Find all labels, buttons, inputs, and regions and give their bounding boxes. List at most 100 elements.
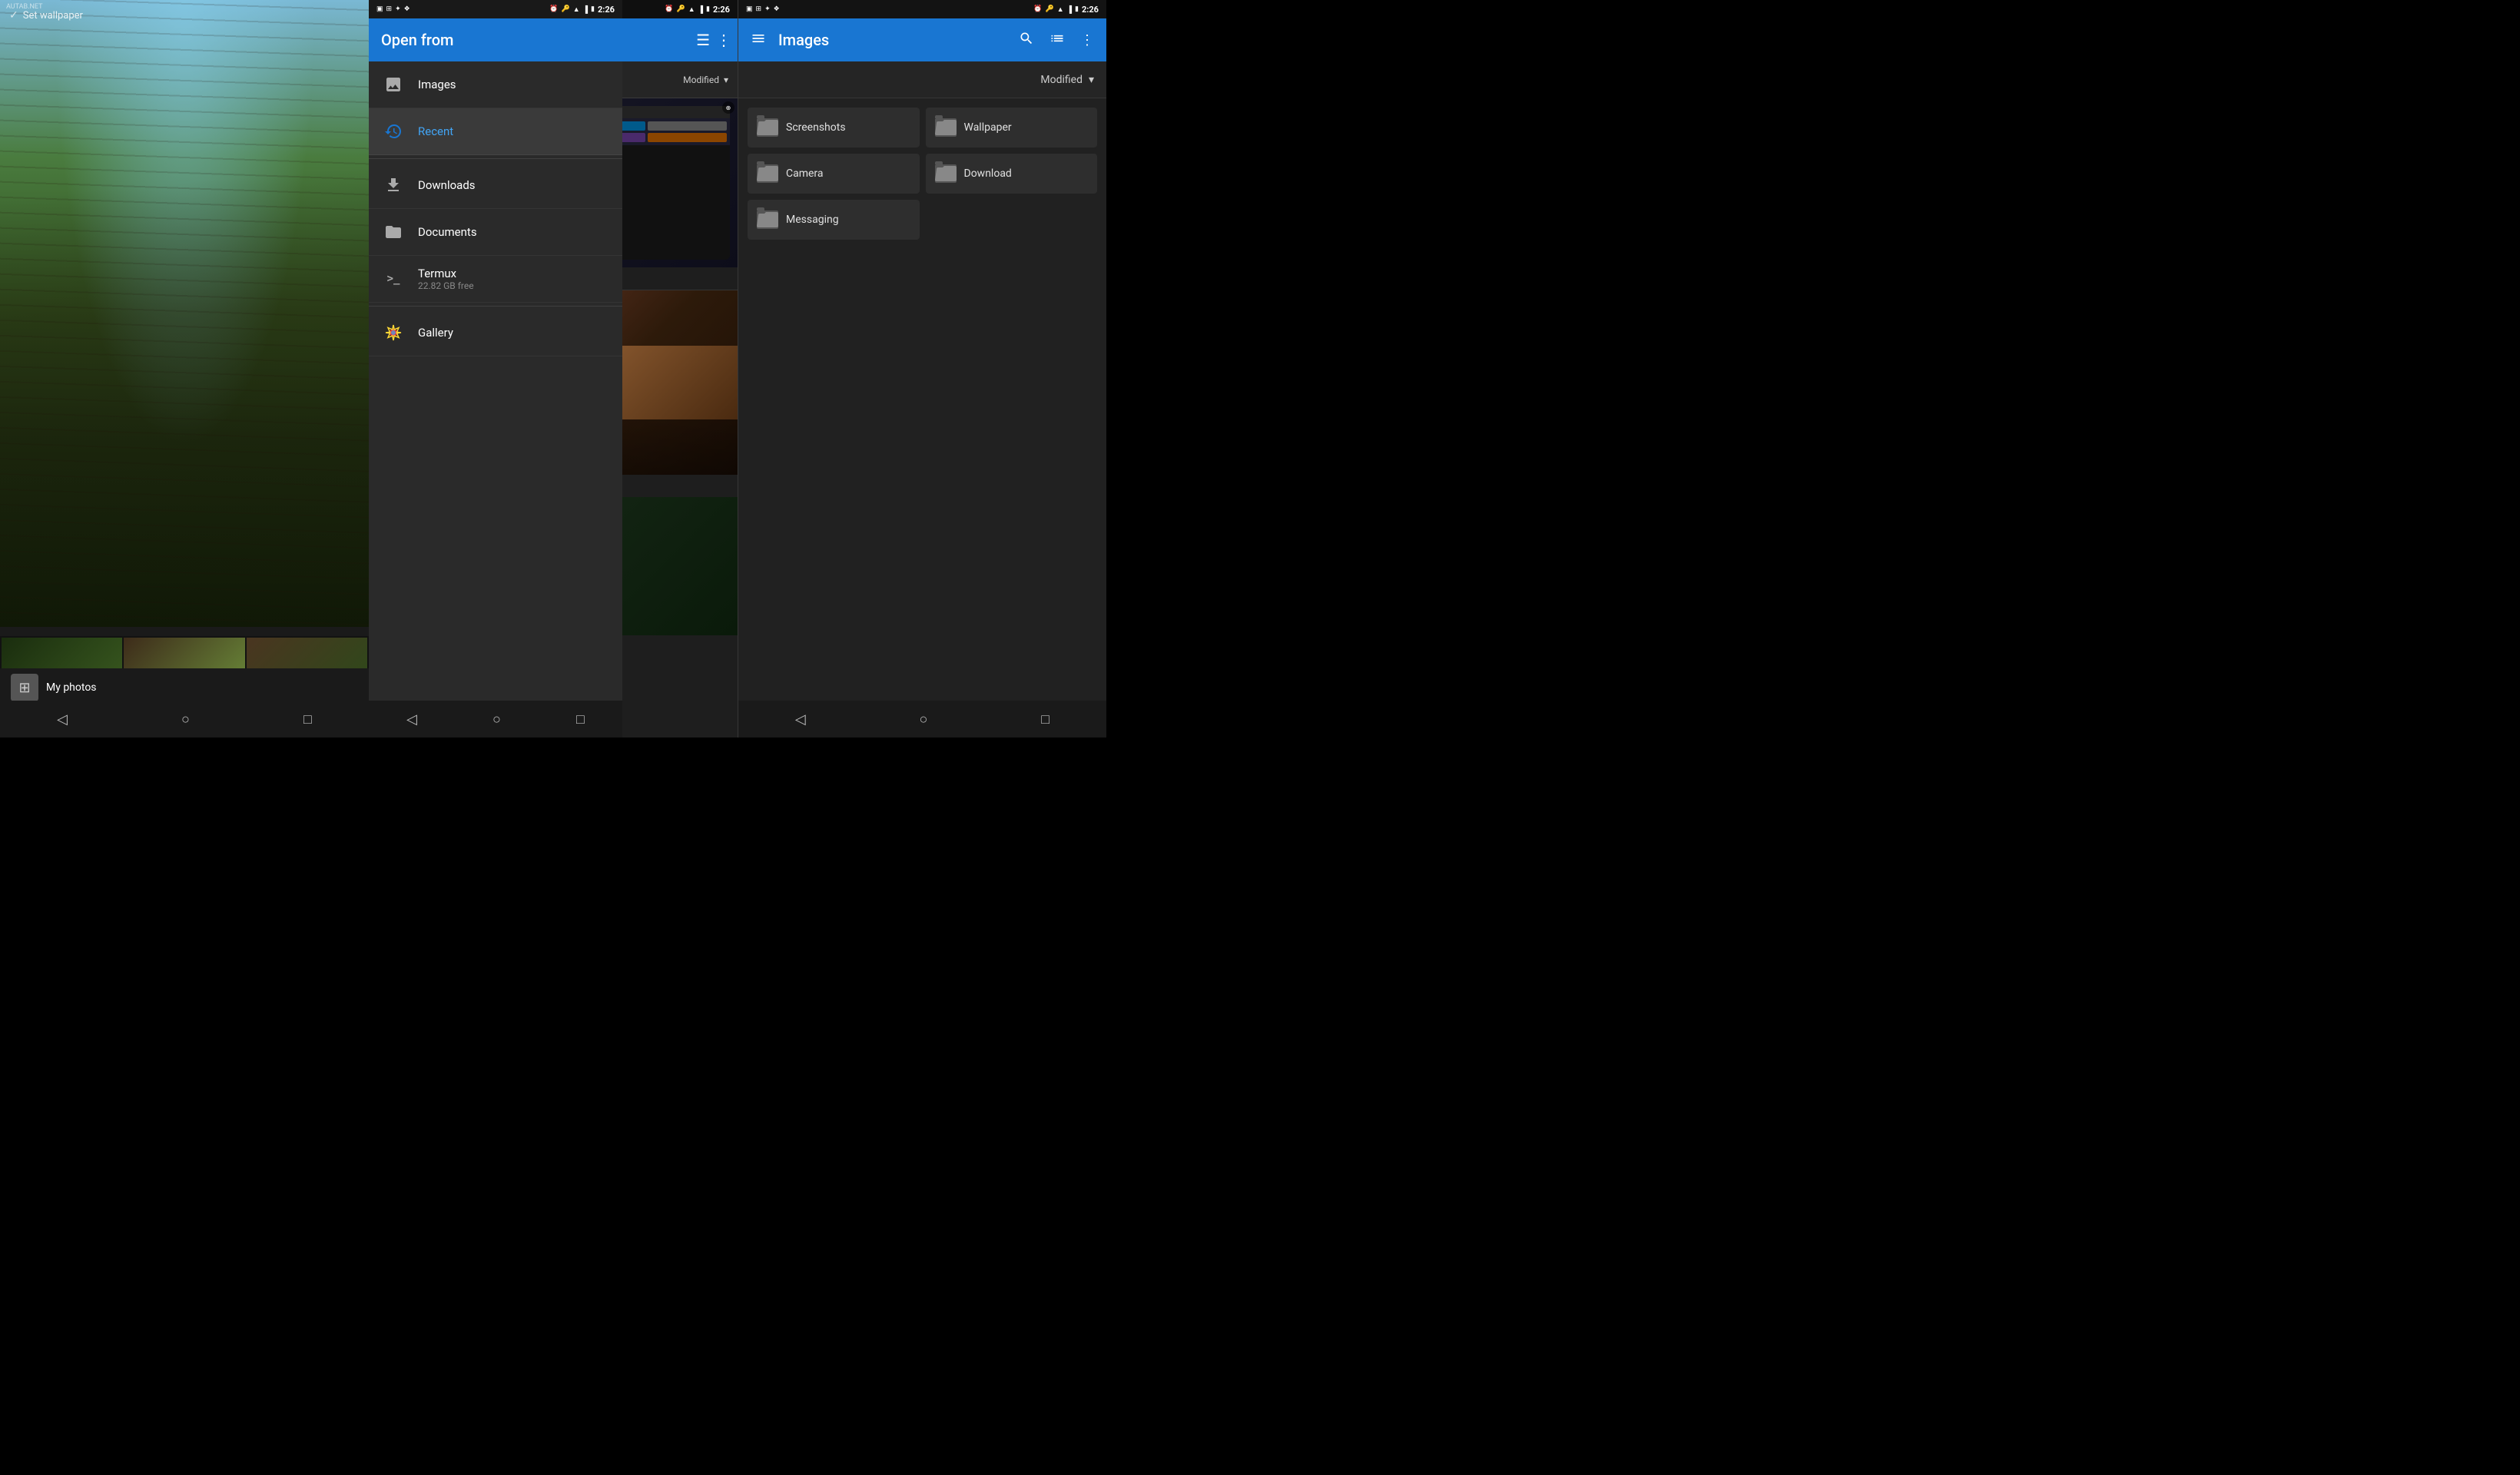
open-from-header: Open from [369, 18, 622, 61]
images-item-text: Images [418, 78, 456, 91]
status-time-preview: 2:26 [713, 5, 730, 15]
sort-label-3[interactable]: Modified [1040, 74, 1083, 86]
folder-messaging-label: Messaging [786, 214, 839, 226]
set-wallpaper-label: Set wallpaper [23, 10, 83, 22]
app-8 [648, 133, 727, 142]
open-from-drawer: ▣ ⊞ ✦ ❖ ⏰ 🔑 ▲ ▐ ▮ 2:26 Open from [369, 0, 622, 738]
header-actions: ⋮ [1013, 25, 1100, 56]
status-icons-right-preview: ⏰ 🔑 ▲ ▐ ▮ 2:26 [665, 5, 730, 15]
back-button-1[interactable]: ◁ [38, 705, 86, 734]
open-from-title: Open from [381, 31, 453, 49]
sim-icon-3: ▣ [746, 5, 753, 13]
images-title: Images [778, 31, 1006, 49]
alarm-icon: ⏰ [665, 5, 673, 13]
nav-bar-2: ◁ ○ □ [369, 701, 622, 738]
more-options-button[interactable]: ⋮ [1074, 26, 1100, 55]
recent-label: Recent [418, 124, 453, 138]
img-icon-2: ⊞ [386, 5, 393, 13]
hamburger-icon[interactable] [744, 25, 772, 56]
more-options-icon-preview[interactable]: ⋮ [716, 31, 731, 49]
battery-icon-2: ▮ [591, 5, 595, 13]
folder-icon-wallpaper [935, 118, 957, 137]
battery-icon-3: ▮ [1075, 5, 1079, 13]
folder-download[interactable]: Download [926, 154, 1098, 194]
termux-item-text: Termux 22.82 GB free [418, 267, 474, 291]
status-icons-right-3: ⏰ 🔑 ▲ ▐ ▮ 2:26 [1033, 5, 1099, 15]
key-icon-2: 🔑 [561, 5, 569, 13]
drawer-item-termux[interactable]: >_ Termux 22.82 GB free [369, 256, 622, 303]
sort-label-preview[interactable]: Modified [683, 75, 719, 85]
drawer-item-recent[interactable]: Recent [369, 108, 622, 155]
status-icons-left-3: ▣ ⊞ ✦ ❖ [746, 5, 780, 13]
set-wallpaper-button[interactable]: ✓ Set wallpaper [9, 9, 83, 22]
app-icon-3: ✦ [395, 5, 401, 13]
drawer-divider-1 [369, 158, 622, 159]
wifi-icon-3: ▲ [1057, 5, 1064, 14]
my-photos-container[interactable]: ⊞ My photos [11, 674, 97, 701]
signal-icon: ▐ [698, 5, 703, 14]
folder-icon-camera [757, 164, 778, 183]
key-icon: 🔑 [676, 5, 685, 13]
status-icons-right: ⏰ 🔑 ▲ ▐ ▮ 2:26 [549, 5, 615, 15]
folder-icon-messaging [757, 210, 778, 229]
status-bar-3: ▣ ⊞ ✦ ❖ ⏰ 🔑 ▲ ▐ ▮ 2:26 [738, 0, 1106, 18]
drawer-divider-2 [369, 306, 622, 307]
drawer-item-gallery[interactable]: Gallery [369, 310, 622, 356]
home-button-1[interactable]: ○ [163, 705, 208, 734]
signal-icon-2: ▐ [583, 5, 588, 14]
gallery-icon [381, 320, 406, 345]
gallery-item-text: Gallery [418, 326, 453, 340]
wallpaper-panel: AUTAB.NET ✓ Set wallpaper ⊞ My photos ◁ … [0, 0, 369, 738]
folder-wallpaper-label: Wallpaper [964, 121, 1012, 134]
termux-label: Termux [418, 267, 474, 280]
key-icon-3: 🔑 [1045, 5, 1053, 13]
folder-wallpaper[interactable]: Wallpaper [926, 108, 1098, 148]
status-bar-2: ▣ ⊞ ✦ ❖ ⏰ 🔑 ▲ ▐ ▮ 2:26 [369, 0, 622, 18]
sort-chevron-preview[interactable]: ▾ [724, 75, 728, 85]
sort-chevron-3[interactable]: ▾ [1089, 74, 1094, 86]
sim-icon-2: ▣ [376, 5, 383, 13]
recent-button-1[interactable]: □ [285, 705, 330, 734]
drawer-item-images[interactable]: Images [369, 61, 622, 108]
recent-item-text: Recent [418, 124, 453, 138]
my-photos-label: My photos [46, 681, 97, 694]
nav-bar-1: ◁ ○ □ [0, 701, 369, 738]
list-view-button[interactable] [1043, 25, 1071, 56]
back-button-3[interactable]: ◁ [777, 705, 824, 734]
drawer-item-documents[interactable]: Documents [369, 209, 622, 256]
sort-bar-3: Modified ▾ [738, 61, 1106, 98]
gallery-label: Gallery [418, 326, 453, 340]
status-time-3: 2:26 [1082, 5, 1099, 15]
grid-view-icon[interactable]: ☰ [696, 31, 710, 49]
images-icon [381, 72, 406, 97]
home-button-2[interactable]: ○ [474, 705, 519, 734]
termux-icon: >_ [381, 267, 406, 291]
alarm-icon-2: ⏰ [549, 5, 558, 13]
tree-overlay [0, 0, 369, 627]
recent-button-2[interactable]: □ [558, 705, 603, 734]
img-icon-3: ⊞ [756, 5, 762, 13]
documents-icon [381, 220, 406, 244]
drawer-item-downloads[interactable]: Downloads [369, 162, 622, 209]
folder-camera[interactable]: Camera [748, 154, 920, 194]
folders-grid: Screenshots Wallpaper Camera [738, 98, 1106, 701]
documents-item-text: Documents [418, 225, 477, 239]
open-from-panel: ▣ ⊞ ✦ ❖ ⏰ 🔑 ▲ ▐ ▮ 2:26 ☰ ⋮ Modified ▾ [369, 0, 738, 738]
battery-icon: ▮ [706, 5, 710, 13]
wifi-icon: ▲ [688, 5, 695, 14]
back-button-2[interactable]: ◁ [388, 705, 436, 734]
folder-download-label: Download [964, 167, 1012, 180]
documents-label: Documents [418, 225, 477, 239]
downloads-label: Downloads [418, 178, 476, 192]
wifi-icon-2: ▲ [573, 5, 580, 14]
home-button-3[interactable]: ○ [901, 705, 947, 734]
images-header: Images ⋮ [738, 18, 1106, 61]
recent-button-3[interactable]: □ [1023, 705, 1068, 734]
search-button[interactable] [1013, 25, 1040, 56]
folder-screenshots[interactable]: Screenshots [748, 108, 920, 148]
app-4 [648, 121, 727, 131]
folder-messaging[interactable]: Messaging [748, 200, 920, 240]
photo-icon-symbol: ⊞ [18, 680, 30, 696]
folder-icon-screenshots [757, 118, 778, 137]
app-icon-5: ✦ [764, 5, 771, 13]
